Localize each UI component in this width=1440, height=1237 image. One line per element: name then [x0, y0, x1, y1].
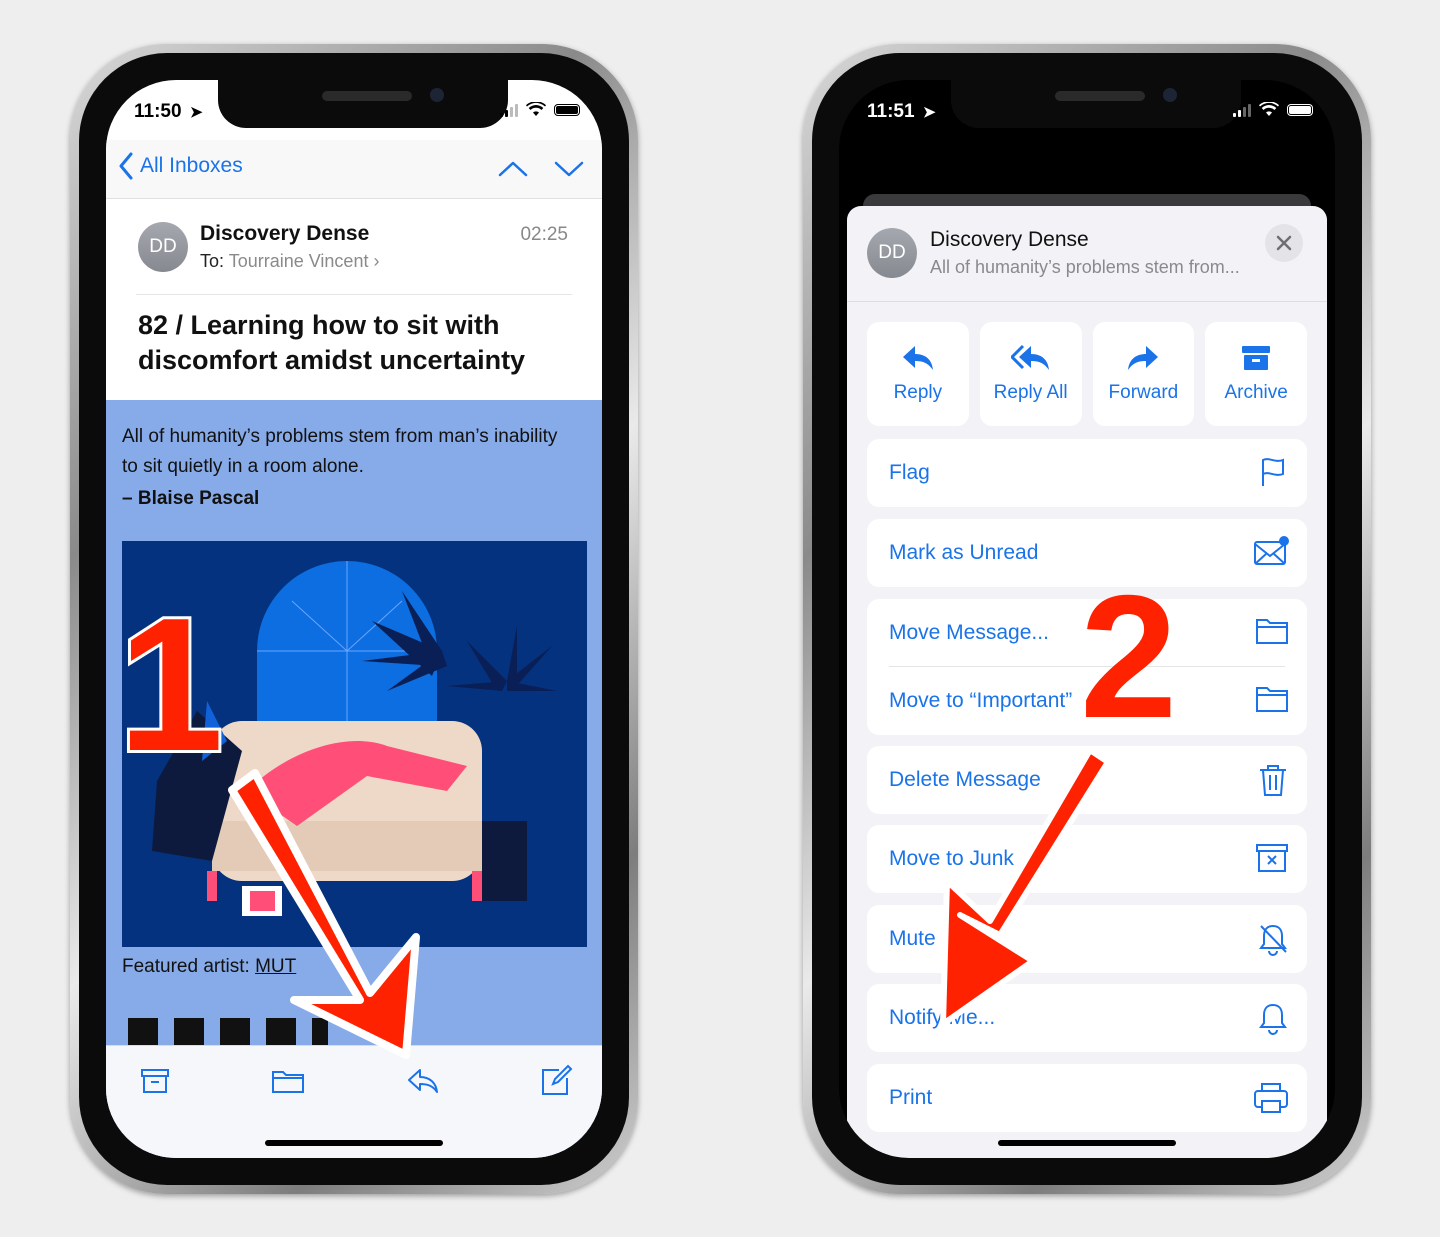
step-2-number: 2: [1080, 560, 1178, 755]
step-1-number: 1: [115, 579, 227, 791]
